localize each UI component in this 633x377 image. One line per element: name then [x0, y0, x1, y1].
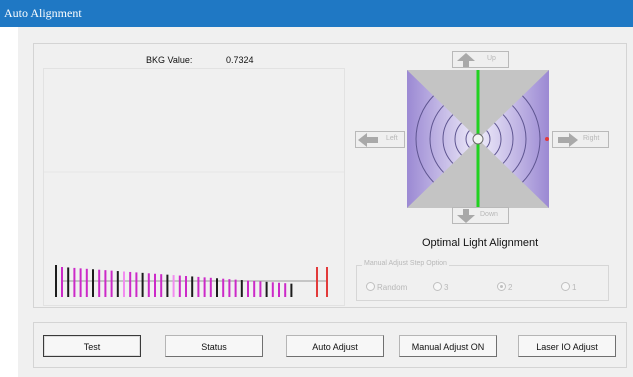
arrow-up-icon	[457, 53, 475, 67]
left-button[interactable]: Left	[355, 131, 405, 148]
manual-step-legend: Manual Adjust Step Option	[362, 260, 449, 267]
arrow-down-icon	[457, 209, 475, 223]
radio-circle-icon	[561, 282, 570, 291]
left-button-label: Left	[386, 135, 398, 142]
bkg-value-label: BKG Value:	[146, 55, 193, 65]
status-button[interactable]: Status	[165, 335, 263, 357]
target-position-marker	[545, 137, 549, 141]
target-center-marker	[472, 133, 484, 145]
step-radio-2[interactable]: 2	[497, 282, 512, 292]
down-button[interactable]: Down	[452, 207, 509, 224]
right-button-label: Right	[583, 135, 600, 142]
signal-plot	[43, 68, 345, 306]
radio-circle-icon	[366, 282, 375, 291]
arrow-right-icon	[558, 133, 578, 147]
up-button-label: Up	[487, 55, 496, 62]
radio-label: Random	[377, 283, 408, 292]
auto-adjust-button[interactable]: Auto Adjust	[286, 335, 384, 357]
right-button[interactable]: Right	[552, 131, 609, 148]
window-title: Auto Alignment	[4, 6, 82, 20]
title-bar: Auto Alignment	[0, 0, 633, 27]
laser-io-adjust-button[interactable]: Laser IO Adjust	[518, 335, 616, 357]
signal-plot-canvas	[44, 171, 344, 297]
radio-label: 1	[572, 283, 577, 292]
radio-label: 3	[444, 283, 449, 292]
bkg-value: 0.7324	[226, 55, 254, 65]
radio-label: 2	[508, 283, 513, 292]
manual-adjust-button[interactable]: Manual Adjust ON	[399, 335, 497, 357]
down-button-label: Down	[480, 211, 498, 218]
step-radio-random[interactable]: Random	[366, 282, 407, 292]
alignment-target	[407, 70, 549, 208]
step-radio-3[interactable]: 3	[433, 282, 448, 292]
test-button[interactable]: Test	[43, 335, 141, 357]
alignment-caption: Optimal Light Alignment	[422, 237, 539, 249]
radio-circle-icon	[433, 282, 442, 291]
up-button[interactable]: Up	[452, 51, 509, 68]
arrow-left-icon	[358, 133, 378, 147]
radio-selected-icon	[497, 282, 506, 291]
step-radio-1[interactable]: 1	[561, 282, 576, 292]
